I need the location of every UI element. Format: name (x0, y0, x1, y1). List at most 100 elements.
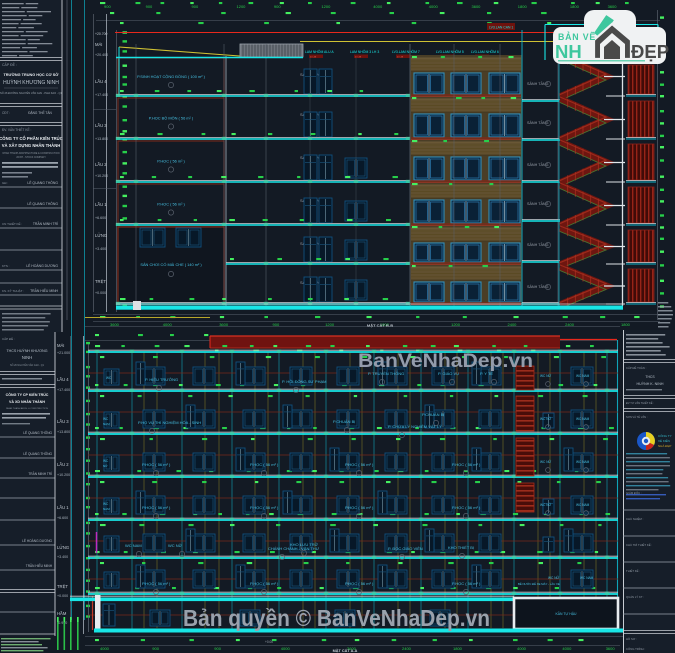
svg-text:LỬNG: LỬNG (57, 545, 69, 550)
svg-text:CĐT :: CĐT : (2, 111, 10, 115)
svg-text:P. ĐỌC GIÁO VIÊN: P. ĐỌC GIÁO VIÊN (388, 546, 423, 551)
svg-text:CẤP ĐỀ TOÀN :: CẤP ĐỀ TOÀN : (626, 365, 647, 370)
svg-text:WC NAM: WC NAM (125, 543, 142, 548)
svg-text:1200: 1200 (321, 4, 331, 9)
svg-text:TRƯỜNG TRUNG HỌC CƠ SỞ: TRƯỜNG TRUNG HỌC CƠ SỞ (3, 72, 59, 77)
svg-text:CHỦ TRÌ THIẾT KẾ :: CHỦ TRÌ THIẾT KẾ : (626, 542, 652, 547)
svg-text:MẶT CẮT B-B: MẶT CẮT B-B (367, 323, 393, 328)
svg-text:KTS :: KTS : (2, 264, 10, 268)
svg-text:VÀ XD NHÂN THÀNH: VÀ XD NHÂN THÀNH (9, 399, 45, 404)
svg-text:LẦU 4: LẦU 4 (95, 79, 107, 84)
svg-text:WC: WC (103, 459, 109, 463)
svg-text:4000: 4000 (373, 4, 383, 9)
svg-text:NỮ: NỮ (103, 463, 108, 468)
svg-text:+3.400: +3.400 (95, 247, 106, 251)
svg-text:JOINT - STOCK COMPANY: JOINT - STOCK COMPANY (16, 156, 46, 159)
svg-text:WC NAM: WC NAM (576, 503, 590, 507)
svg-text:TRẦN HIẾU MINH: TRẦN HIẾU MINH (30, 288, 58, 293)
svg-text:NHAN THANH ARCH. & CONSTRUCTIO: NHAN THANH ARCH. & CONSTRUCTION (6, 407, 48, 410)
svg-text:P.HỌC ( 56 m² ): P.HỌC ( 56 m² ) (345, 462, 374, 467)
svg-text:P.CHUẨN BỊ: P.CHUẨN BỊ (422, 412, 444, 417)
svg-text:VÀ XÂY DỰNG NHÂN THÀNH: VÀ XÂY DỰNG NHÂN THÀNH (2, 143, 61, 148)
svg-text:+21.000: +21.000 (57, 351, 70, 355)
svg-text:P.HỌC ( 56 m² ): P.HỌC ( 56 m² ) (452, 505, 481, 510)
svg-text:4000: 4000 (517, 646, 527, 651)
svg-text:NAM: NAM (103, 422, 110, 426)
svg-text:4000: 4000 (281, 646, 291, 651)
svg-text:3600: 3600 (606, 646, 616, 651)
svg-text:+10.200: +10.200 (57, 473, 70, 477)
svg-text:ĐV. VẤN THIẾT KẾ :: ĐV. VẤN THIẾT KẾ : (2, 127, 31, 132)
svg-text:SỐ 26 NGUYỄN VĂN GIAI - Q1: SỐ 26 NGUYỄN VĂN GIAI - Q1 (10, 364, 45, 367)
svg-text:LẦU 2: LẦU 2 (57, 462, 69, 467)
svg-text:+13.800: +13.800 (95, 137, 108, 141)
svg-text:Bản quyền © BanVeNhaDep.vn: Bản quyền © BanVeNhaDep.vn (183, 605, 490, 631)
svg-text:P.HỌC ( 56 m² ): P.HỌC ( 56 m² ) (345, 581, 374, 586)
svg-text:LẦU 1: LẦU 1 (95, 202, 107, 207)
svg-text:LV3.LAN CAN 1: LV3.LAN CAN 1 (489, 26, 513, 30)
svg-text:P.HỌC ( 56 m² ): P.HỌC ( 56 m² ) (250, 462, 279, 467)
svg-text:1800: 1800 (518, 4, 528, 9)
svg-text:LẦU 3: LẦU 3 (57, 419, 69, 424)
svg-text:NHÀ ĐẸP: NHÀ ĐẸP (658, 444, 671, 448)
svg-text:WC: WC (103, 417, 109, 421)
svg-text:THCS: THCS (645, 375, 655, 379)
svg-text:ĐẶNG THẾ TÂN: ĐẶNG THẾ TÂN (28, 110, 52, 115)
svg-text:LÊ HOÀNG DƯƠNG: LÊ HOÀNG DƯƠNG (26, 263, 58, 268)
svg-text:CẤP ĐỀ :: CẤP ĐỀ : (2, 336, 15, 341)
svg-text:GĐ :: GĐ : (2, 181, 8, 185)
svg-text:LV3.LAM NHÔM 7: LV3.LAM NHÔM 7 (392, 49, 420, 54)
svg-text:MÁI: MÁI (57, 343, 64, 348)
svg-text:4000: 4000 (429, 4, 439, 9)
svg-text:WC NAM: WC NAM (580, 576, 594, 580)
svg-text:900: 900 (214, 646, 221, 651)
svg-text:+20.400: +20.400 (95, 53, 108, 57)
svg-text:+10.200: +10.200 (95, 174, 108, 178)
svg-text:4000: 4000 (100, 646, 110, 651)
svg-text:900: 900 (192, 4, 199, 9)
svg-text:+20.700: +20.700 (95, 32, 107, 36)
svg-text:P.SINH HOẠT CỘNG ĐỒNG ( 100 m²: P.SINH HOẠT CỘNG ĐỒNG ( 100 m² ) (137, 74, 205, 79)
svg-text:THIẾT KẾ :: THIẾT KẾ : (626, 568, 640, 573)
svg-text:1800: 1800 (621, 322, 631, 327)
svg-text:P.HỌC ( 56 m² ): P.HỌC ( 56 m² ) (250, 581, 279, 586)
svg-text:MÁI: MÁI (95, 42, 102, 47)
svg-text:P.HỌC ( 56 m² ): P.HỌC ( 56 m² ) (142, 505, 171, 510)
svg-text:SÂN CHƠI CÓ MÁI CHE ( 140 m² ): SÂN CHƠI CÓ MÁI CHE ( 140 m² ) (140, 262, 202, 267)
svg-text:WC NỮ: WC NỮ (540, 416, 551, 421)
svg-text:P.HỌC ( 56 m² ): P.HỌC ( 56 m² ) (157, 202, 185, 207)
svg-text:3600: 3600 (608, 4, 618, 9)
svg-text:HỒ SƠ :: HỒ SƠ : (626, 636, 637, 641)
svg-text:900: 900 (274, 4, 281, 9)
svg-text:CÔNG TRÌNH :: CÔNG TRÌNH : (626, 646, 645, 651)
svg-text:P.HỌC ( 56 m² ): P.HỌC ( 56 m² ) (452, 581, 481, 586)
svg-text:LÊ QUANG THÔNG: LÊ QUANG THÔNG (27, 180, 58, 185)
svg-text:P.HỌC ( 56 m² ): P.HỌC ( 56 m² ) (142, 581, 171, 586)
svg-text:+6.600: +6.600 (57, 516, 68, 520)
svg-text:47+38: 47+38 (310, 57, 317, 59)
svg-text:LÊ QUANG THÔNG: LÊ QUANG THÔNG (27, 201, 58, 206)
svg-text:+17.400: +17.400 (57, 388, 70, 392)
svg-text:LÊ HOÀNG DƯƠNG: LÊ HOÀNG DƯƠNG (22, 538, 52, 543)
svg-text:+0.00: +0.00 (265, 640, 273, 644)
svg-text:TRẦN HIẾU MINH: TRẦN HIẾU MINH (26, 563, 53, 568)
svg-text:CÔNG TY CP KIẾN TRÚC: CÔNG TY CP KIẾN TRÚC (6, 392, 49, 397)
svg-text:KHO THIẾT BỊ: KHO THIẾT BỊ (448, 545, 474, 550)
svg-text:CÔNG TY: CÔNG TY (658, 433, 672, 438)
svg-text:LÊ QUANG THÔNG: LÊ QUANG THÔNG (23, 451, 52, 456)
svg-text:BanVeNhaDep.vn: BanVeNhaDep.vn (358, 350, 533, 372)
svg-text:NHAN THANH ARCHITECTURE & CONS: NHAN THANH ARCHITECTURE & CONSTRUCTION (2, 152, 59, 155)
svg-text:LV3.LAM NHÔM 6: LV3.LAM NHÔM 6 (471, 49, 499, 54)
svg-text:WC NỮ: WC NỮ (540, 459, 551, 464)
svg-text:CN THIẾT KẾ :: CN THIẾT KẾ : (2, 221, 22, 226)
svg-text:+17.400: +17.400 (95, 93, 108, 97)
svg-text:TRẦN MINH TRÍ: TRẦN MINH TRÍ (33, 222, 58, 226)
svg-text:47+38: 47+38 (397, 57, 404, 59)
svg-text:P.HỌC ( 56 m² ): P.HỌC ( 56 m² ) (452, 462, 481, 467)
svg-text:1200: 1200 (237, 4, 247, 9)
svg-text:4000: 4000 (562, 646, 572, 651)
svg-text:P.HỌC ( 56 m² ): P.HỌC ( 56 m² ) (142, 462, 171, 467)
svg-text:KHO LƯU TRỮ: KHO LƯU TRỮ (290, 542, 319, 547)
svg-text:NH: NH (555, 41, 582, 62)
svg-text:CÔNG TY CỔ PHẦN KIẾN TRÚC: CÔNG TY CỔ PHẦN KIẾN TRÚC (0, 136, 63, 141)
